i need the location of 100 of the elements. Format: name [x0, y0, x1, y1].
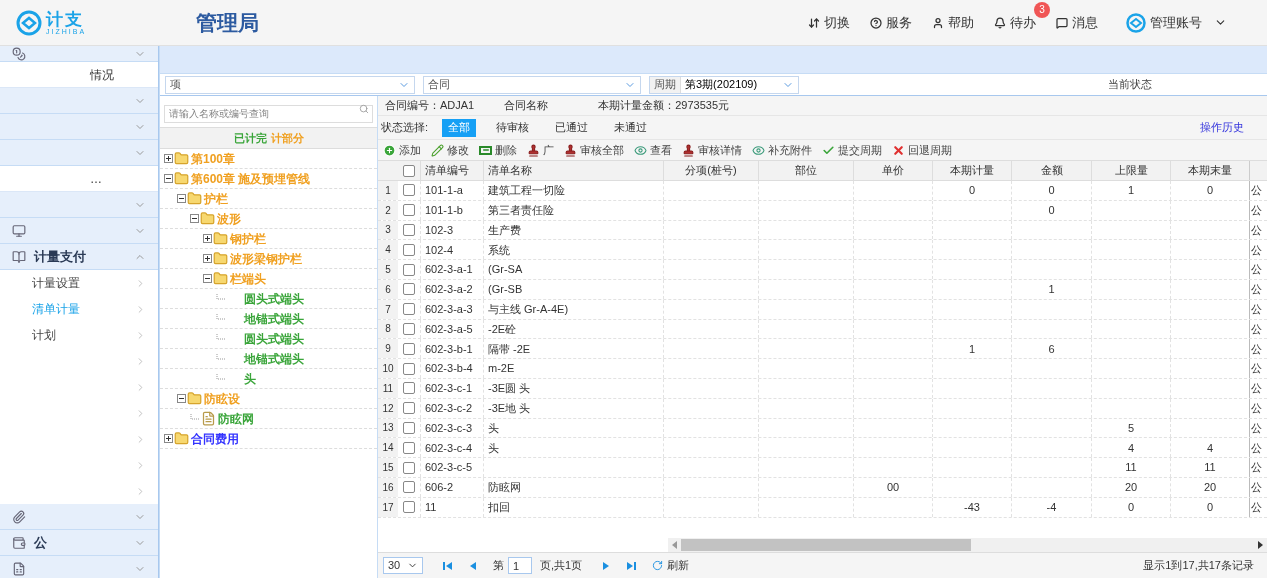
- row-number: 17: [378, 497, 398, 517]
- document-icon: [12, 561, 26, 576]
- expand-toggle-icon[interactable]: [164, 434, 173, 443]
- select-all-checkbox[interactable]: [403, 164, 415, 177]
- collapse-toggle-icon[interactable]: [164, 174, 173, 183]
- table-cell-text: 公: [1251, 222, 1262, 238]
- row-checkbox[interactable]: [403, 224, 415, 236]
- search-field[interactable]: 请输入名称或编号查询: [164, 104, 373, 123]
- row-checkbox[interactable]: [403, 402, 415, 415]
- column-header[interactable]: 金额: [1011, 161, 1091, 180]
- next-page-icon[interactable]: [602, 560, 611, 571]
- row-checkbox[interactable]: [403, 481, 415, 494]
- folder-icon: [213, 251, 228, 266]
- nav-link[interactable]: 消息: [1056, 12, 1098, 33]
- table-cell-text: 00: [886, 480, 900, 496]
- row-checkbox[interactable]: [403, 342, 415, 355]
- row-number: 7: [378, 299, 398, 319]
- table-cell-text: 公: [1251, 460, 1262, 476]
- column-header[interactable]: 部位: [758, 161, 853, 180]
- row-checkbox[interactable]: [403, 204, 415, 217]
- row-checkbox[interactable]: [403, 243, 415, 256]
- row-number: 16: [378, 477, 398, 497]
- collapse-toggle-icon[interactable]: [177, 194, 186, 203]
- row-checkbox[interactable]: [403, 461, 415, 474]
- table-cell-text: 防眩网: [488, 480, 521, 496]
- toolbar-button[interactable]: 审核详情: [682, 141, 742, 159]
- toolbar-button[interactable]: 删除: [479, 141, 517, 159]
- last-page-icon[interactable]: [626, 560, 637, 571]
- table-cell-text: 扣回: [488, 499, 510, 515]
- refresh-button[interactable]: 刷新: [652, 557, 690, 574]
- toolbar-button[interactable]: 添加: [383, 141, 421, 159]
- previous-page-icon[interactable]: [469, 560, 477, 571]
- toolbar-button[interactable]: 查看: [634, 141, 672, 159]
- row-checkbox[interactable]: [403, 382, 415, 395]
- status-filter[interactable]: 未通过: [608, 118, 654, 137]
- toolbar-button[interactable]: 补充附件: [752, 141, 812, 159]
- column-header[interactable]: 清单编号: [420, 161, 483, 180]
- expand-toggle-icon[interactable]: [203, 254, 212, 263]
- column-header[interactable]: 上限量: [1091, 161, 1170, 180]
- row-checkbox[interactable]: [403, 501, 415, 514]
- submenu-item[interactable]: 计量设置: [0, 270, 158, 296]
- pencil-icon: [431, 143, 444, 157]
- column-header[interactable]: 单价: [853, 161, 932, 180]
- submenu-item[interactable]: 计划: [0, 322, 158, 348]
- row-checkbox[interactable]: [403, 303, 415, 316]
- table-cell-text: 系统: [488, 242, 510, 258]
- collapse-toggle-icon[interactable]: [203, 274, 212, 283]
- tree-node-label[interactable]: 合同费用: [191, 429, 239, 448]
- toolbar-button[interactable]: 回退周期: [892, 141, 952, 159]
- row-checkbox[interactable]: [403, 421, 415, 434]
- table-cell-text: 公: [1251, 242, 1262, 258]
- nav-link[interactable]: 待办: [994, 12, 1036, 33]
- table-cell-text: 602-3-c-1: [425, 381, 473, 397]
- column-header[interactable]: 清单名称: [483, 161, 663, 180]
- column-header[interactable]: 本期末量: [1170, 161, 1249, 180]
- toolbar-button[interactable]: 广: [527, 141, 554, 159]
- table-cell-text: 101-1-b: [425, 202, 463, 218]
- expand-toggle-icon[interactable]: [203, 234, 212, 243]
- column-header[interactable]: 本期计量: [932, 161, 1011, 180]
- expand-toggle-icon[interactable]: [164, 154, 173, 163]
- menu-group[interactable]: 公: [0, 530, 158, 556]
- column-header[interactable]: 分项(桩号): [663, 161, 758, 180]
- row-checkbox[interactable]: [403, 322, 415, 335]
- period-select[interactable]: 周期 第3期(202109): [649, 75, 799, 94]
- first-page-icon[interactable]: [443, 560, 453, 571]
- page-input[interactable]: 1: [508, 557, 532, 574]
- table-cell-text: 4: [1206, 440, 1214, 456]
- status-filter[interactable]: 待审核: [490, 118, 536, 137]
- toolbar-button[interactable]: 修改: [431, 141, 469, 159]
- table-cell-text: 0: [1206, 183, 1214, 199]
- row-checkbox[interactable]: [403, 362, 415, 375]
- row-number: 10: [378, 359, 398, 378]
- project-select[interactable]: 项: [165, 75, 415, 94]
- horizontal-scrollbar[interactable]: [668, 538, 1267, 552]
- table-cell-text: 5: [1127, 420, 1135, 436]
- nav-link[interactable]: 服务: [870, 12, 912, 33]
- account-menu[interactable]: 管理账号: [1126, 12, 1227, 33]
- nav-link[interactable]: 切换: [808, 12, 850, 33]
- row-checkbox[interactable]: [403, 441, 415, 454]
- row-checkbox[interactable]: [403, 263, 415, 276]
- stamp-icon: [682, 143, 695, 157]
- toolbar-button[interactable]: 提交周期: [822, 141, 882, 159]
- table-cell-text: m-2E: [488, 361, 515, 377]
- menu-group[interactable]: [0, 556, 158, 578]
- menu-group[interactable]: [0, 46, 158, 62]
- table-cell-text: 0: [1127, 499, 1135, 515]
- nav-link[interactable]: 帮助: [932, 12, 974, 33]
- collapse-toggle-icon[interactable]: [190, 214, 199, 223]
- page-size-select[interactable]: 30: [383, 557, 423, 574]
- toolbar-button[interactable]: 审核全部: [564, 141, 624, 159]
- table-cell-text: 20: [1124, 480, 1138, 496]
- row-checkbox[interactable]: [403, 184, 415, 197]
- contract-select[interactable]: 合同: [423, 75, 641, 94]
- folder-icon: [213, 231, 228, 246]
- history-link[interactable]: 操作历史: [1200, 119, 1244, 136]
- status-filter[interactable]: 已通过: [549, 118, 595, 137]
- legend-label: 已计完: [233, 130, 267, 146]
- collapse-toggle-icon[interactable]: [177, 394, 186, 403]
- menu-group[interactable]: 计量支付: [0, 244, 158, 270]
- row-checkbox[interactable]: [403, 283, 415, 296]
